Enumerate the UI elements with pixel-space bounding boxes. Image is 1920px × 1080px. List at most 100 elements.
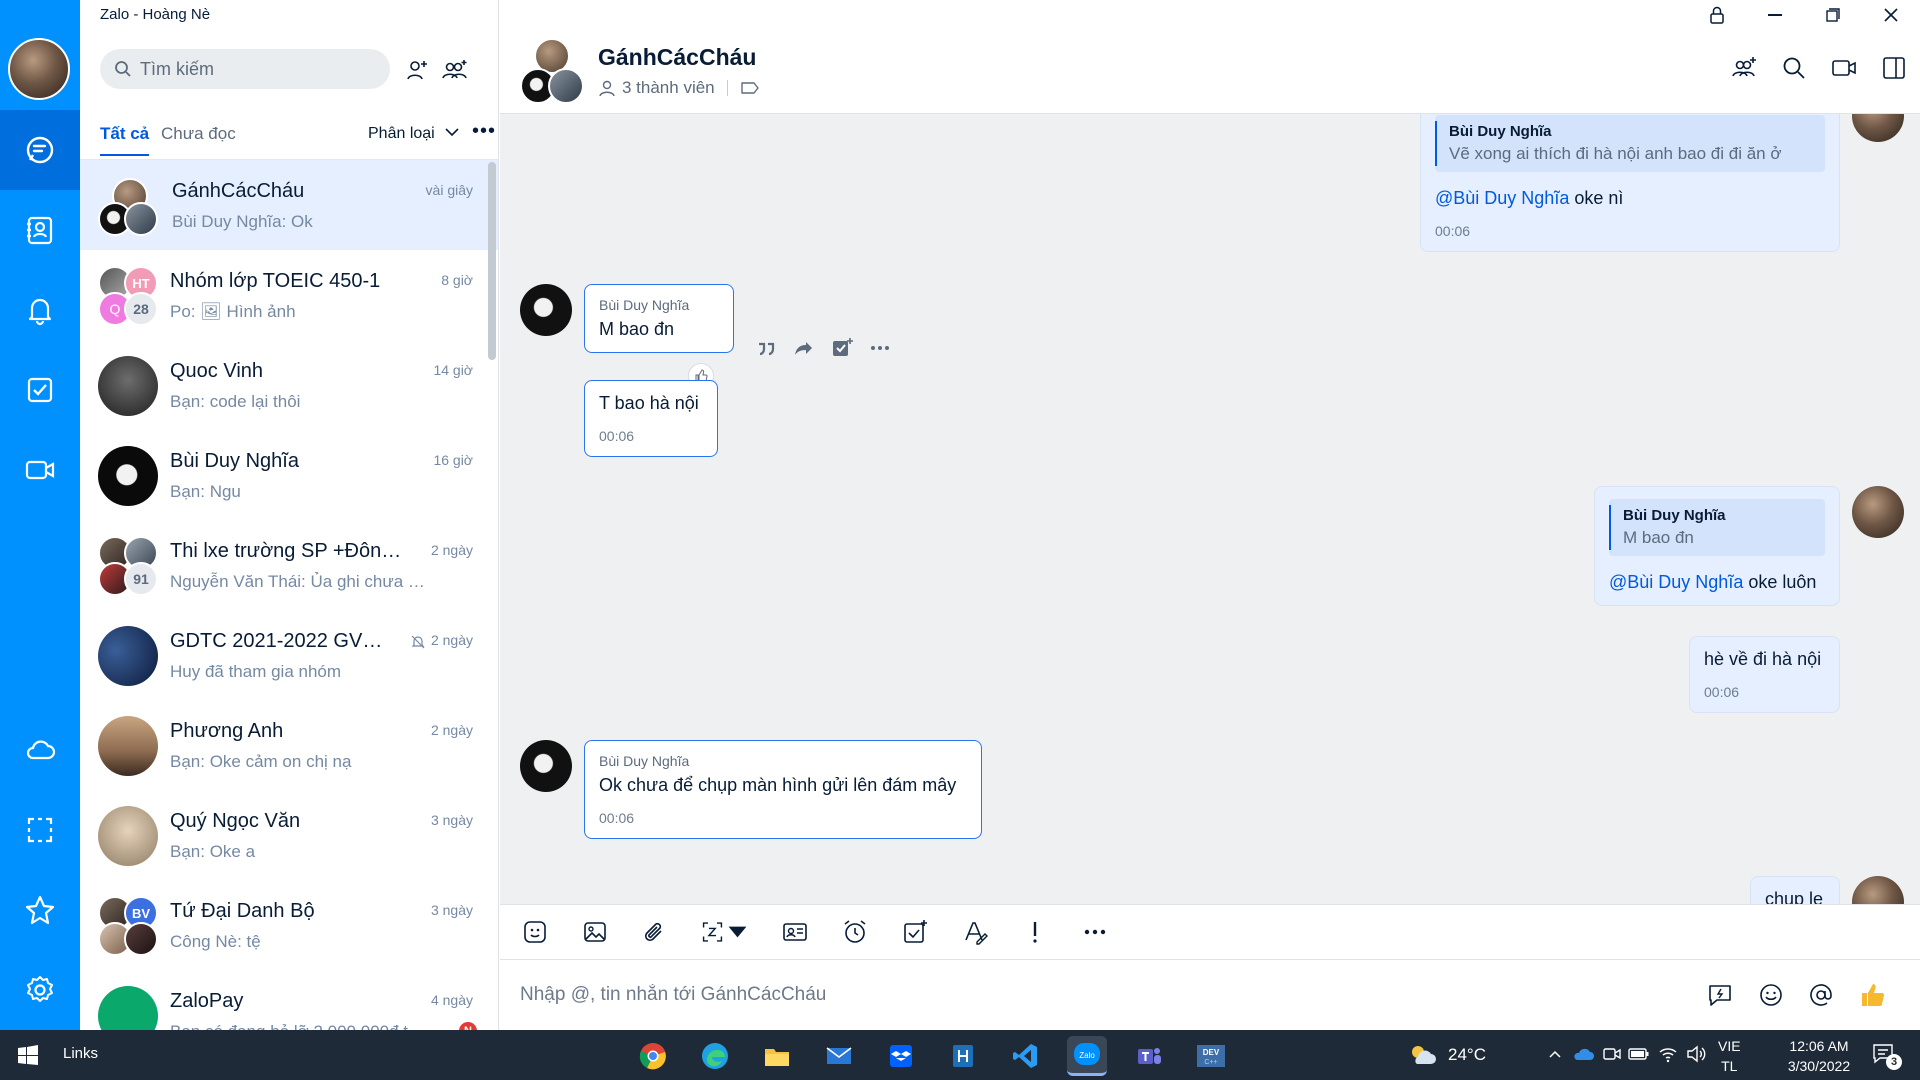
emoji-button[interactable]: [1756, 980, 1786, 1010]
lock-icon[interactable]: [1688, 0, 1746, 30]
side-panel-icon[interactable]: [1880, 54, 1908, 82]
quote-reply-icon[interactable]: [754, 336, 778, 360]
volume-icon[interactable]: [1686, 1045, 1708, 1063]
search-box[interactable]: [100, 49, 390, 89]
conversation-item[interactable]: GánhCácCháu Bùi Duy Nghĩa: Ok vài giây: [80, 160, 498, 250]
group-avatar[interactable]: [520, 38, 586, 104]
nav-video[interactable]: [0, 430, 80, 510]
conversation-item[interactable]: Phương Anh Bạn: Oke cảm on chị nạ 2 ngày: [80, 700, 498, 790]
send-like-button[interactable]: [1858, 980, 1888, 1010]
zalo-app[interactable]: Zalo: [1067, 1036, 1107, 1076]
sticker-button[interactable]: [520, 917, 550, 947]
reply-quote[interactable]: Bùi Duy Nghĩa M bao đn: [1609, 499, 1825, 556]
avatar[interactable]: [520, 284, 572, 336]
dropbox-app[interactable]: [881, 1036, 921, 1076]
message-input[interactable]: [520, 980, 1670, 1010]
message-bubble[interactable]: T bao hà nội 00:06: [584, 380, 718, 457]
tag-icon[interactable]: [740, 80, 760, 96]
quick-message-button[interactable]: [1705, 980, 1735, 1010]
forward-icon[interactable]: [792, 336, 816, 360]
wifi-icon[interactable]: [1658, 1045, 1678, 1063]
conversation-item[interactable]: Quoc Vinh Bạn: code lại thôi 14 giờ: [80, 340, 498, 430]
image-button[interactable]: [580, 917, 610, 947]
weather-icon[interactable]: [1407, 1042, 1437, 1068]
nav-starred[interactable]: [0, 870, 80, 950]
avatar[interactable]: [520, 740, 572, 792]
search-input[interactable]: [140, 58, 360, 80]
nav-notifications[interactable]: [0, 270, 80, 350]
add-friend-button[interactable]: [402, 55, 432, 85]
mention-button[interactable]: [1806, 980, 1836, 1010]
weather-temp[interactable]: 24°C: [1448, 1045, 1486, 1065]
urgent-button[interactable]: [1020, 917, 1050, 947]
more-tools-button[interactable]: [1080, 917, 1110, 947]
business-card-button[interactable]: [780, 917, 810, 947]
nav-cloud[interactable]: [0, 710, 80, 790]
mail-app[interactable]: [819, 1036, 859, 1076]
nav-screenshot[interactable]: [0, 790, 80, 870]
message-text: oke nì: [1569, 188, 1624, 208]
notification-center[interactable]: 3: [1872, 1042, 1904, 1070]
mention-link[interactable]: @Bùi Duy Nghĩa: [1435, 188, 1569, 208]
teams-icon: [1138, 1048, 1161, 1064]
maximize-button[interactable]: [1804, 0, 1862, 30]
video-call-icon[interactable]: [1830, 54, 1858, 82]
conversation-item[interactable]: Bùi Duy Nghĩa Bạn: Ngu 16 giờ: [80, 430, 498, 520]
message-text: Ok chưa để chụp màn hình gửi lên đám mây: [599, 775, 957, 795]
format-text-button[interactable]: [960, 917, 990, 947]
message-bubble[interactable]: Bùi Duy Nghĩa Vẽ xong ai thích đi hà nội…: [1420, 114, 1840, 252]
nav-settings[interactable]: [0, 950, 80, 1030]
member-count[interactable]: 3 thành viên: [622, 78, 715, 98]
nav-messages[interactable]: [0, 110, 80, 190]
more-icon[interactable]: [868, 336, 892, 360]
teams-app[interactable]: [1129, 1036, 1169, 1076]
chevron-down-icon[interactable]: [725, 918, 750, 946]
close-button[interactable]: [1862, 0, 1920, 30]
list-scrollbar[interactable]: [488, 162, 496, 360]
links-toolbar[interactable]: Links: [63, 1045, 98, 1062]
my-avatar[interactable]: [8, 38, 70, 100]
chevron-up-icon[interactable]: [1548, 1048, 1562, 1060]
minimize-button[interactable]: [1746, 0, 1804, 30]
conversation-item[interactable]: HT Q 28 Nhóm lớp TOEIC 450-1 Po: 🖼 Hình …: [80, 250, 498, 340]
clock[interactable]: 12:06 AM 3/30/2022: [1774, 1036, 1864, 1076]
edge-app[interactable]: [695, 1036, 735, 1076]
search-icon[interactable]: [1780, 54, 1808, 82]
reply-quote[interactable]: Bùi Duy Nghĩa Vẽ xong ai thích đi hà nội…: [1435, 115, 1825, 172]
more-options-button[interactable]: •••: [472, 120, 496, 143]
create-group-button[interactable]: [440, 55, 470, 85]
attach-file-button[interactable]: [640, 917, 670, 947]
chrome-app[interactable]: [633, 1036, 673, 1076]
message-bubble[interactable]: Bùi Duy Nghĩa M bao đn: [584, 284, 734, 353]
onedrive-icon[interactable]: [1572, 1046, 1594, 1062]
add-member-icon[interactable]: [1730, 54, 1758, 82]
tab-all[interactable]: Tất cả: [100, 124, 150, 156]
windows-start-button[interactable]: [18, 1045, 38, 1070]
conversation-item[interactable]: ZaloPay Bạn có đang bỏ lỡ 2.000.000đ từ.…: [80, 970, 498, 1030]
input-language[interactable]: VIE TL: [1718, 1036, 1741, 1076]
conversation-item[interactable]: GDTC 2021-2022 GVC N... Huy đã tham gia …: [80, 610, 498, 700]
message-bubble[interactable]: chụp lẹ: [1750, 876, 1840, 904]
screenshot-button[interactable]: [700, 917, 750, 947]
nav-contacts[interactable]: [0, 190, 80, 270]
conversation-item[interactable]: Quý Ngọc Văn Bạn: Oke a 3 ngày: [80, 790, 498, 880]
chevron-down-icon[interactable]: [444, 124, 460, 140]
assign-task-button[interactable]: [900, 917, 930, 947]
file-explorer-app[interactable]: [757, 1036, 797, 1076]
conversation-item[interactable]: 91 Thi lxe trường SP +Đông Á Nguyễn Văn …: [80, 520, 498, 610]
battery-icon[interactable]: [1628, 1046, 1650, 1062]
message-bubble[interactable]: Bùi Duy Nghĩa Ok chưa để chụp màn hình g…: [584, 740, 982, 839]
message-bubble[interactable]: hè về đi hà nội 00:06: [1689, 636, 1840, 713]
reminder-button[interactable]: [840, 917, 870, 947]
message-bubble[interactable]: Bùi Duy Nghĩa M bao đn @Bùi Duy Nghĩa ok…: [1594, 486, 1840, 606]
nav-todo[interactable]: [0, 350, 80, 430]
vscode-app[interactable]: [1005, 1036, 1045, 1076]
tab-unread[interactable]: Chưa đọc: [161, 124, 236, 144]
mention-link[interactable]: @Bùi Duy Nghĩa: [1609, 572, 1743, 592]
visual-studio-app[interactable]: [943, 1036, 983, 1076]
classify-dropdown[interactable]: Phân loại: [368, 125, 435, 143]
devc-app[interactable]: DEV C++: [1191, 1036, 1231, 1076]
add-task-icon[interactable]: [830, 336, 854, 360]
conversation-item[interactable]: BV Tứ Đại Danh Bộ Công Nè: tệ 3 ngày: [80, 880, 498, 970]
meet-icon[interactable]: [1602, 1045, 1622, 1063]
